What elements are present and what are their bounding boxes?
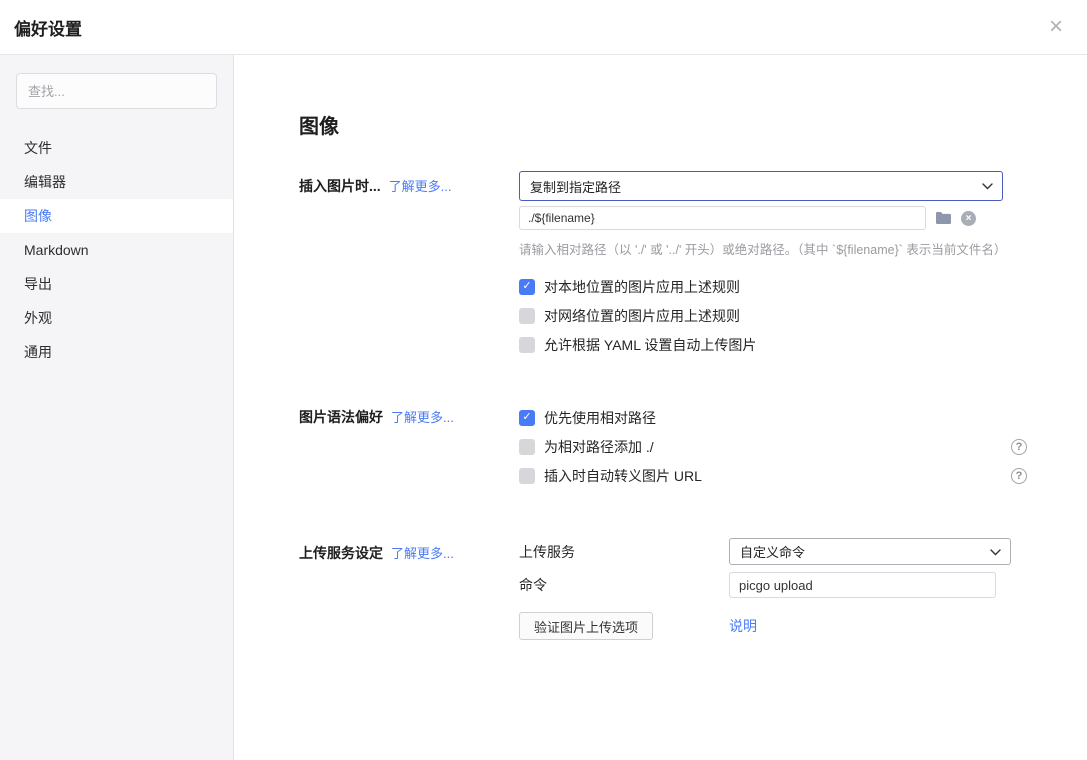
checkbox-row-local-rule: ✓ 对本地位置的图片应用上述规则 <box>519 278 1006 295</box>
checkbox-row-yaml-upload: ✓ 允许根据 YAML 设置自动上传图片 <box>519 336 1006 353</box>
upload-service-row: 上传服务 自定义命令 <box>519 538 1011 565</box>
sidebar-item-appearance[interactable]: 外观 <box>0 301 233 335</box>
checkbox-label: 优先使用相对路径 <box>544 408 656 428</box>
close-icon[interactable]: × <box>1045 13 1067 41</box>
checkbox-label: 对网络位置的图片应用上述规则 <box>544 306 740 326</box>
search-input[interactable] <box>16 73 217 109</box>
sidebar-nav: 文件 编辑器 图像 Markdown 导出 外观 通用 <box>0 131 233 369</box>
chevron-down-icon <box>990 543 1001 561</box>
preferences-window: 偏好设置 × 文件 编辑器 图像 Markdown 导出 外观 通用 图像 <box>0 0 1087 760</box>
command-label: 命令 <box>519 575 729 595</box>
command-input[interactable] <box>729 572 996 598</box>
checkbox-row-add-dot-slash: ✓ 为相对路径添加 ./ ? <box>519 438 1027 455</box>
clear-icon[interactable]: × <box>961 211 976 226</box>
insert-action-select[interactable]: 复制到指定路径 <box>519 171 1003 201</box>
checkbox-row-network-rule: ✓ 对网络位置的图片应用上述规则 <box>519 307 1006 324</box>
checkbox-label: 允许根据 YAML 设置自动上传图片 <box>544 335 756 355</box>
checkbox-local-rule[interactable]: ✓ <box>519 279 535 295</box>
check-icon: ✓ <box>522 281 531 292</box>
checkbox-network-rule[interactable]: ✓ <box>519 308 535 324</box>
checkbox-relative-path[interactable]: ✓ <box>519 410 535 426</box>
upload-service-select[interactable]: 自定义命令 <box>729 538 1011 565</box>
insert-action-select-value: 复制到指定路径 <box>530 177 621 196</box>
help-icon[interactable]: ? <box>1011 439 1027 455</box>
page-title: 图像 <box>299 113 1057 141</box>
upload-section-label: 上传服务设定 <box>299 543 383 563</box>
sidebar-item-editor[interactable]: 编辑器 <box>0 165 233 199</box>
validate-row: 验证图片上传选项 说明 <box>519 612 1011 640</box>
checkbox-escape-url[interactable]: ✓ <box>519 468 535 484</box>
checkbox-add-dot-slash[interactable]: ✓ <box>519 439 535 455</box>
window-header: 偏好设置 × <box>0 0 1087 55</box>
checkbox-row-escape-url: ✓ 插入时自动转义图片 URL ? <box>519 467 1027 484</box>
path-hint-text: 请输入相对路径（以 './' 或 '../' 开头）或绝对路径。（其中 `${f… <box>519 239 1006 258</box>
upload-service-label: 上传服务 <box>519 542 729 562</box>
checkbox-yaml-upload[interactable]: ✓ <box>519 337 535 353</box>
command-row: 命令 <box>519 572 1011 598</box>
checkbox-row-relative-path: ✓ 优先使用相对路径 <box>519 409 1027 426</box>
validate-upload-button[interactable]: 验证图片上传选项 <box>519 612 653 640</box>
sidebar-item-markdown[interactable]: Markdown <box>0 233 233 267</box>
section-upload-service: 上传服务设定 了解更多... 上传服务 自定义命令 命令 <box>299 538 1057 647</box>
window-title: 偏好设置 <box>14 15 82 40</box>
upload-service-select-value: 自定义命令 <box>740 542 805 561</box>
upload-learn-more-link[interactable]: 了解更多... <box>391 543 454 562</box>
section-image-syntax: 图片语法偏好 了解更多... ✓ 优先使用相对路径 ✓ 为相对路径添加 ./ ? <box>299 407 1057 496</box>
insert-learn-more-link[interactable]: 了解更多... <box>389 176 452 195</box>
syntax-section-label: 图片语法偏好 <box>299 407 383 427</box>
syntax-learn-more-link[interactable]: 了解更多... <box>391 407 454 426</box>
settings-sidebar: 文件 编辑器 图像 Markdown 导出 外观 通用 <box>0 55 234 760</box>
insert-section-label: 插入图片时... <box>299 176 381 196</box>
section-insert-image: 插入图片时... 了解更多... 复制到指定路径 <box>299 171 1057 365</box>
sidebar-item-files[interactable]: 文件 <box>0 131 233 165</box>
sidebar-item-image[interactable]: 图像 <box>0 199 233 233</box>
folder-icon[interactable] <box>935 211 952 225</box>
check-icon: ✓ <box>522 412 531 423</box>
sidebar-item-export[interactable]: 导出 <box>0 267 233 301</box>
checkbox-label: 为相对路径添加 ./ <box>544 437 654 457</box>
sidebar-item-general[interactable]: 通用 <box>0 335 233 369</box>
checkbox-label: 对本地位置的图片应用上述规则 <box>544 277 740 297</box>
help-icon[interactable]: ? <box>1011 468 1027 484</box>
instructions-link[interactable]: 说明 <box>729 616 757 636</box>
chevron-down-icon <box>982 177 993 195</box>
checkbox-label: 插入时自动转义图片 URL <box>544 466 702 486</box>
copy-path-input[interactable] <box>519 206 926 230</box>
settings-content: 图像 插入图片时... 了解更多... 复制到指定路径 <box>234 55 1087 760</box>
